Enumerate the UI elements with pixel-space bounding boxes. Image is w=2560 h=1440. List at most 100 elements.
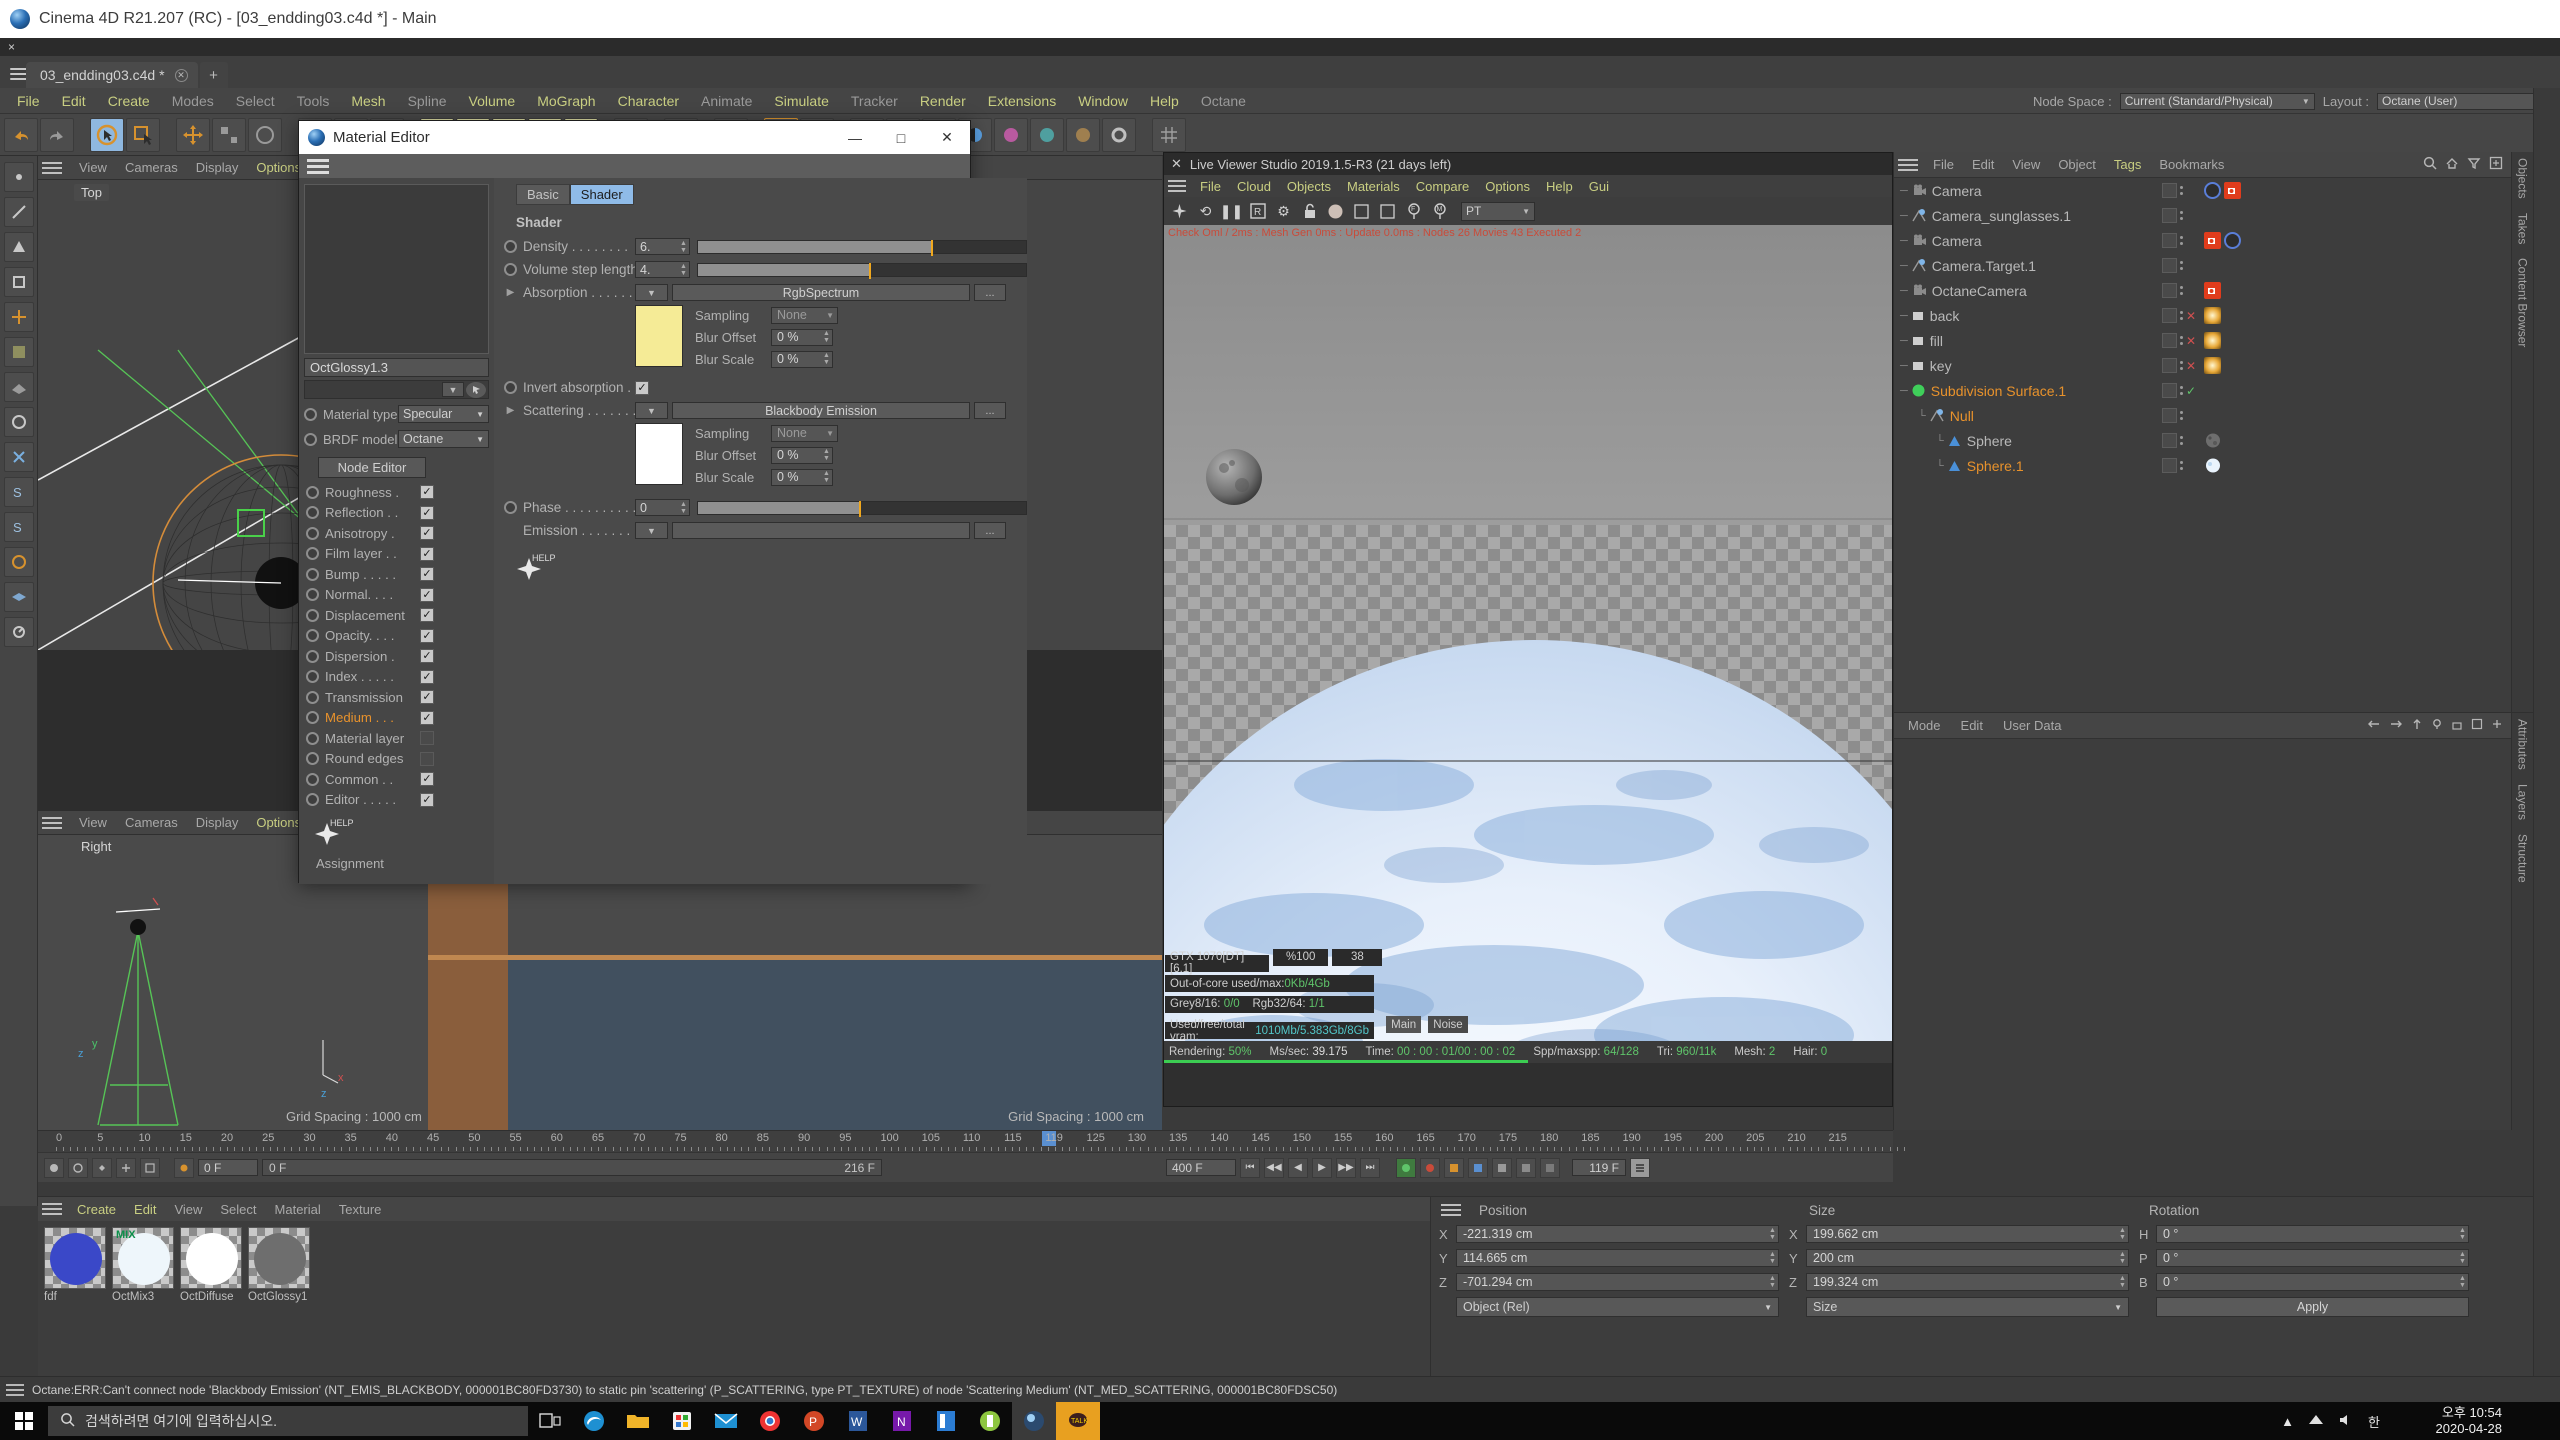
- menu-edit[interactable]: Edit: [51, 88, 97, 114]
- object-dots-icon[interactable]: [2180, 236, 2183, 245]
- minimize-button[interactable]: —: [832, 121, 878, 154]
- save-image-icon[interactable]: [1351, 201, 1372, 222]
- target-tag-icon[interactable]: [2224, 232, 2241, 249]
- keyframe-settings-icon[interactable]: [140, 1157, 160, 1178]
- visibility-toggle-icon[interactable]: [2162, 283, 2177, 298]
- material-channel-row[interactable]: Bump . . . . . ✓: [304, 564, 489, 585]
- stepper-icon[interactable]: ▲ ▼: [2118, 1250, 2127, 1265]
- file-explorer-icon[interactable]: [616, 1402, 660, 1440]
- rotate-tool-icon[interactable]: [248, 117, 282, 152]
- up-arrow-icon[interactable]: [2411, 717, 2423, 734]
- redo-icon[interactable]: [40, 117, 74, 152]
- step-back-icon[interactable]: ◀◀: [1264, 1157, 1284, 1178]
- microsoft-store-icon[interactable]: [660, 1402, 704, 1440]
- refresh-icon[interactable]: ⟲: [1195, 201, 1216, 222]
- stepper-icon[interactable]: ▲ ▼: [2458, 1226, 2467, 1241]
- pause-icon[interactable]: ❚❚: [1220, 201, 1243, 222]
- menu-volume[interactable]: Volume: [458, 88, 527, 114]
- attr-menu-edit[interactable]: Edit: [1951, 718, 1993, 733]
- sidebar-tab-objects[interactable]: Objects: [2516, 158, 2530, 199]
- phase-input[interactable]: 0 ▲ ▼: [635, 499, 690, 516]
- material-swatch[interactable]: [180, 1227, 242, 1289]
- material-channel-row[interactable]: Film layer . . ✓: [304, 544, 489, 565]
- material-tile[interactable]: OctDiffuse: [180, 1227, 242, 1303]
- mm-menu-texture[interactable]: Texture: [330, 1202, 391, 1217]
- sidebar-tab-attributes[interactable]: Attributes: [2516, 719, 2530, 770]
- stepper-icon[interactable]: ▲ ▼: [822, 470, 831, 485]
- scattering-more-button[interactable]: ...: [974, 402, 1006, 419]
- channel-checkbox[interactable]: ✓: [420, 690, 434, 705]
- menu-help[interactable]: Help: [1139, 88, 1190, 114]
- menu-extensions[interactable]: Extensions: [977, 88, 1067, 114]
- forward-arrow-icon[interactable]: [2389, 717, 2403, 734]
- material-preview[interactable]: [304, 184, 489, 354]
- enabled-icon[interactable]: ✓: [2186, 384, 2196, 398]
- expand-arrow-icon[interactable]: ▶: [504, 405, 517, 416]
- tab-basic[interactable]: Basic: [516, 184, 570, 205]
- material-tile[interactable]: MIX OctMix3: [112, 1227, 174, 1303]
- size-x-input[interactable]: 199.662 cm ▲ ▼: [1806, 1225, 2129, 1243]
- menu-hamburger-icon[interactable]: [42, 816, 62, 829]
- object-dots-icon[interactable]: [2180, 211, 2183, 220]
- material-pin-icon[interactable]: M: [1429, 201, 1450, 222]
- onenote-icon[interactable]: N: [880, 1402, 924, 1440]
- volume-step-input[interactable]: 4. ▲ ▼: [635, 261, 690, 278]
- viewport-menu-display[interactable]: Display: [187, 160, 248, 175]
- pin-icon[interactable]: [2431, 717, 2443, 734]
- back-arrow-icon[interactable]: [2367, 717, 2381, 734]
- emission-shader-name[interactable]: [672, 522, 970, 539]
- disabled-icon[interactable]: ✕: [2186, 309, 2196, 323]
- object-dots-icon[interactable]: [2180, 411, 2183, 420]
- channel-checkbox[interactable]: ✓: [420, 710, 434, 725]
- disabled-icon[interactable]: ✕: [2186, 334, 2196, 348]
- light-tag-icon[interactable]: [2204, 332, 2221, 349]
- density-slider[interactable]: [697, 239, 1027, 256]
- close-icon[interactable]: ×: [0, 40, 15, 54]
- new-tab-button[interactable]: +: [199, 62, 228, 88]
- material-channel-row[interactable]: Material layer: [304, 728, 489, 749]
- object-row[interactable]: ─ Camera: [1894, 178, 2533, 203]
- menu-window[interactable]: Window: [1067, 88, 1139, 114]
- scattering-sampling-dropdown[interactable]: None ▼: [771, 424, 838, 442]
- rectangle-selection-icon[interactable]: [126, 117, 160, 152]
- light-tag-icon[interactable]: [2204, 307, 2221, 324]
- menu-hamburger-icon[interactable]: [1898, 158, 1918, 171]
- invert-absorption-checkbox[interactable]: ✓: [635, 380, 649, 395]
- channel-radio[interactable]: [306, 547, 319, 561]
- channel-radio[interactable]: [306, 670, 319, 684]
- absorption-blur-scale-input[interactable]: 0 % ▲ ▼: [771, 350, 833, 368]
- menu-hamburger-icon[interactable]: [307, 158, 329, 174]
- stepper-icon[interactable]: ▲ ▼: [822, 448, 831, 463]
- sidebar-tab-content-browser[interactable]: Content Browser: [2516, 258, 2530, 347]
- octane-object-tag-icon[interactable]: [1030, 117, 1064, 152]
- mm-menu-edit[interactable]: Edit: [125, 1202, 165, 1217]
- stepper-icon[interactable]: ▲ ▼: [679, 239, 688, 254]
- material-name-field[interactable]: OctGlossy1.3: [304, 358, 489, 377]
- density-input[interactable]: 6. ▲ ▼: [635, 238, 690, 255]
- menu-animate[interactable]: Animate: [690, 88, 763, 114]
- channel-checkbox[interactable]: ✓: [420, 567, 434, 582]
- channel-checkbox[interactable]: ✓: [420, 526, 434, 541]
- expand-arrow-icon[interactable]: ▶: [504, 287, 517, 298]
- channel-radio[interactable]: [306, 711, 319, 725]
- stepper-icon[interactable]: ▲ ▼: [822, 352, 831, 367]
- channel-checkbox[interactable]: [420, 751, 434, 766]
- task-view-icon[interactable]: [528, 1402, 572, 1440]
- timeline-ruler[interactable]: 0 5 10 15 20 25 30 35 40 45 50 55 60 65 70 75 80 85 90 95 10…: [38, 1130, 1905, 1152]
- object-dots-icon[interactable]: [2180, 361, 2183, 370]
- object-row[interactable]: ─ key ✕: [1894, 353, 2533, 378]
- channel-radio[interactable]: [306, 588, 319, 602]
- rotate-workplane-icon[interactable]: [3, 547, 34, 577]
- document-tab-close-icon[interactable]: ✕: [174, 68, 188, 82]
- menu-spline[interactable]: Spline: [397, 88, 458, 114]
- material-channel-row[interactable]: Normal. . . . ✓: [304, 585, 489, 606]
- stepper-icon[interactable]: ▲ ▼: [2118, 1274, 2127, 1289]
- position-y-input[interactable]: 114.665 cm ▲ ▼: [1456, 1249, 1779, 1267]
- record-keyframe-icon[interactable]: [44, 1157, 64, 1178]
- apply-button[interactable]: Apply: [2156, 1297, 2469, 1317]
- stepper-icon[interactable]: ▲ ▼: [2118, 1226, 2127, 1241]
- key-pla-icon[interactable]: [1540, 1157, 1560, 1178]
- object-dots-icon[interactable]: [2180, 186, 2183, 195]
- position-z-input[interactable]: -701.294 cm ▲ ▼: [1456, 1273, 1779, 1291]
- viewport-b-menu-cameras[interactable]: Cameras: [116, 815, 187, 830]
